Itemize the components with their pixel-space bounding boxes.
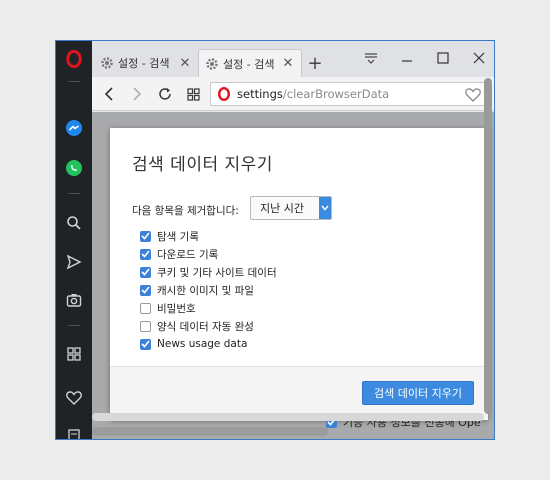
whatsapp-icon[interactable] xyxy=(62,156,86,180)
tab-title: 설정 - 검색 xyxy=(118,57,170,70)
close-icon[interactable]: ✕ xyxy=(178,56,192,71)
checkbox-checked[interactable] xyxy=(140,266,151,278)
tab-settings-1[interactable]: 설정 - 검색 ✕ xyxy=(94,49,198,77)
checklist-item-label: 쿠키 및 기타 사이트 데이터 xyxy=(157,266,277,279)
camera-icon[interactable] xyxy=(62,288,86,312)
speed-dial-icon[interactable] xyxy=(182,83,204,105)
heart-icon[interactable] xyxy=(62,385,86,409)
reload-icon[interactable] xyxy=(154,83,176,105)
url-host: settings xyxy=(237,87,283,101)
checkbox-checked[interactable] xyxy=(140,248,151,260)
checkmark-icon xyxy=(141,286,150,294)
checklist-item-label: 다운로드 기록 xyxy=(157,248,219,261)
checklist-item[interactable]: News usage data xyxy=(140,335,277,353)
address-bar[interactable]: settings/clearBrowserData xyxy=(210,82,488,106)
messenger-icon[interactable] xyxy=(62,116,86,140)
checkmark-icon xyxy=(141,232,150,240)
checklist-item[interactable]: 탐색 기록 xyxy=(140,227,277,245)
opera-sidebar xyxy=(56,41,92,439)
tab-settings-2[interactable]: 설정 - 검색 ✕ xyxy=(198,49,302,77)
new-tab-button[interactable]: + xyxy=(306,53,324,74)
tab-strip: 설정 - 검색 ✕ 설정 - 검색 ✕ + xyxy=(92,41,494,77)
checklist-item-label: 양식 데이터 자동 완성 xyxy=(157,320,254,333)
checklist-item-label: 비밀번호 xyxy=(157,302,196,315)
vertical-scrollbar[interactable] xyxy=(484,78,492,414)
checkbox-unchecked[interactable] xyxy=(140,302,151,314)
time-range-value: 지난 시간 xyxy=(260,202,304,215)
gear-icon xyxy=(101,57,113,69)
maximize-icon[interactable] xyxy=(430,47,456,69)
page-area: 쁘 입 전 같 표 리 검색 데이터 지우기 다음 항목을 제거합니다: 지난 … xyxy=(92,78,494,439)
checklist-item[interactable]: 다운로드 기록 xyxy=(140,245,277,263)
minimize-icon[interactable] xyxy=(394,47,420,69)
time-range-label: 다음 항목을 제거합니다: xyxy=(132,205,239,217)
checkbox-checked[interactable] xyxy=(140,284,151,296)
checkbox-checked[interactable] xyxy=(140,338,151,350)
navigation-toolbar: settings/clearBrowserData xyxy=(92,77,494,111)
forward-icon[interactable] xyxy=(126,83,148,105)
send-icon[interactable] xyxy=(62,250,86,274)
opera-logo-icon xyxy=(218,87,230,101)
time-range-select[interactable]: 지난 시간 xyxy=(250,196,332,220)
checkmark-icon xyxy=(141,250,150,258)
dialog-footer: 검색 데이터 지우기 xyxy=(110,366,488,420)
tab-title: 설정 - 검색 xyxy=(223,57,275,71)
checklist-item[interactable]: 쿠키 및 기타 사이트 데이터 xyxy=(140,263,277,281)
speed-dial-icon[interactable] xyxy=(62,342,86,366)
back-icon[interactable] xyxy=(98,83,120,105)
checklist-item[interactable]: 비밀번호 xyxy=(140,299,277,317)
opera-logo-icon[interactable] xyxy=(62,47,86,71)
data-type-checklist: 탐색 기록다운로드 기록쿠키 및 기타 사이트 데이터캐시한 이미지 및 파일비… xyxy=(140,227,277,353)
window-close-icon[interactable] xyxy=(466,47,492,69)
browser-window: 설정 - 검색 ✕ 설정 - 검색 ✕ + settings /clearBro… xyxy=(55,40,495,440)
dialog-title: 검색 데이터 지우기 xyxy=(132,155,273,175)
checkmark-icon xyxy=(141,268,150,276)
horizontal-scrollbar-track[interactable] xyxy=(92,413,484,421)
checkbox-checked[interactable] xyxy=(140,230,151,242)
bookmark-heart-icon[interactable] xyxy=(465,87,481,102)
url-path: /clearBrowserData xyxy=(282,87,390,101)
tab-menu-icon[interactable] xyxy=(358,47,384,69)
checklist-item-label: 탐색 기록 xyxy=(157,230,199,243)
history-icon[interactable] xyxy=(62,424,86,439)
chevron-down-icon xyxy=(319,197,331,219)
search-icon[interactable] xyxy=(62,211,86,235)
close-icon[interactable]: ✕ xyxy=(281,56,295,71)
clear-data-button[interactable]: 검색 데이터 지우기 xyxy=(362,381,474,405)
checklist-item[interactable]: 캐시한 이미지 및 파일 xyxy=(140,281,277,299)
checklist-item-label: 캐시한 이미지 및 파일 xyxy=(157,284,254,297)
checkbox-unchecked[interactable] xyxy=(140,320,151,332)
checkmark-icon xyxy=(141,340,150,348)
horizontal-scrollbar-thumb[interactable] xyxy=(92,427,328,436)
clear-browsing-data-dialog: 검색 데이터 지우기 다음 항목을 제거합니다: 지난 시간 탐색 기록다운로드… xyxy=(110,128,488,420)
checklist-item[interactable]: 양식 데이터 자동 완성 xyxy=(140,317,277,335)
checklist-item-label: News usage data xyxy=(157,338,248,350)
gear-icon xyxy=(206,57,218,70)
